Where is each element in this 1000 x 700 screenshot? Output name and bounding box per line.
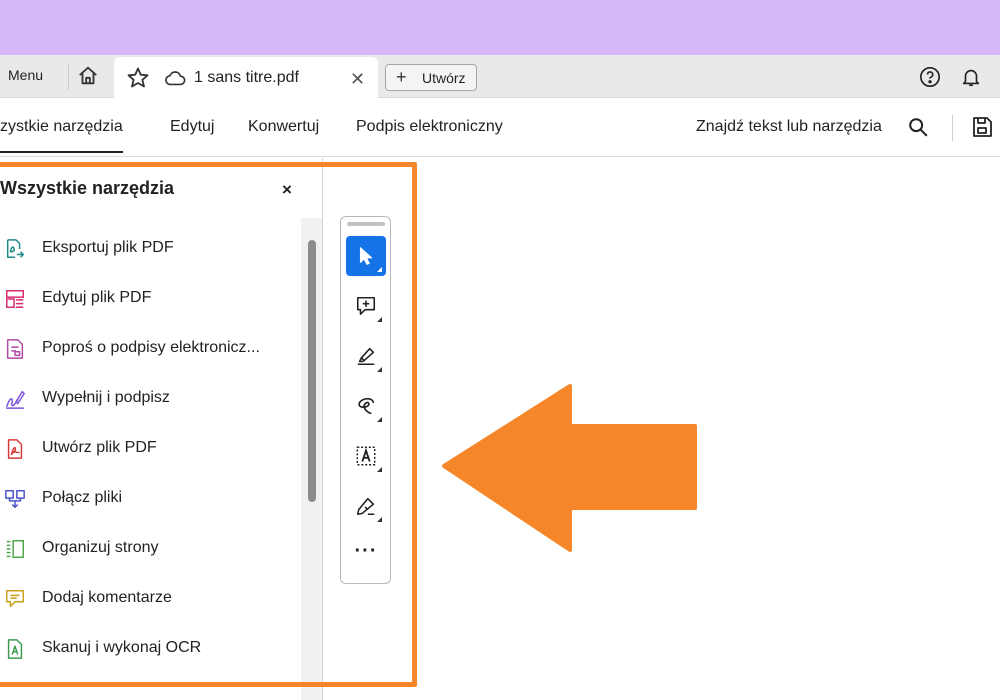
text-box-icon bbox=[356, 446, 376, 466]
submenu-indicator bbox=[377, 417, 382, 422]
menu-bar: szystkie narzędzia Edytuj Konwertuj Podp… bbox=[0, 98, 1000, 157]
plus-icon: + bbox=[396, 67, 407, 87]
tool-label: Eksportuj plik PDF bbox=[42, 239, 174, 256]
rail-grip[interactable] bbox=[347, 222, 385, 226]
close-panel-icon[interactable]: × bbox=[282, 180, 292, 200]
menu-divider bbox=[952, 115, 953, 141]
tool-label: Utwórz plik PDF bbox=[42, 439, 157, 456]
add-comment-icon bbox=[356, 296, 376, 316]
tool-organize-pages[interactable]: Organizuj strony bbox=[0, 530, 300, 570]
request-signatures-icon bbox=[6, 339, 24, 359]
text-box-tool-button[interactable] bbox=[346, 436, 386, 476]
draw-freeform-icon bbox=[358, 397, 375, 415]
scan-ocr-icon bbox=[7, 639, 23, 659]
highlight-pen-icon bbox=[357, 347, 375, 366]
save-icon[interactable] bbox=[970, 115, 994, 139]
document-tab[interactable]: 1 sans titre.pdf ✕ bbox=[114, 57, 378, 98]
tool-label: Organizuj strony bbox=[42, 539, 159, 556]
create-pdf-icon bbox=[7, 439, 23, 459]
edit-pdf-icon bbox=[6, 290, 24, 308]
home-icon[interactable] bbox=[77, 65, 99, 87]
tool-add-comments[interactable]: Dodaj komentarze bbox=[0, 580, 300, 620]
draw-tool-button[interactable] bbox=[346, 386, 386, 426]
tool-fill-sign[interactable]: Wypełnij i podpisz bbox=[0, 380, 300, 420]
tool-combine-files[interactable]: Połącz pliki bbox=[0, 480, 300, 520]
panel-title: Wszystkie narzędzia bbox=[0, 178, 175, 198]
help-icon[interactable] bbox=[919, 66, 941, 88]
tool-export-pdf[interactable]: Eksportuj plik PDF bbox=[0, 230, 300, 270]
select-tool-button[interactable] bbox=[346, 236, 386, 276]
submenu-indicator bbox=[377, 367, 382, 372]
menu-e-signature[interactable]: Podpis elektroniczny bbox=[356, 118, 503, 136]
menu-edit[interactable]: Edytuj bbox=[170, 118, 214, 136]
select-cursor-icon bbox=[359, 247, 373, 265]
add-comments-icon bbox=[6, 590, 24, 608]
tool-label: Połącz pliki bbox=[42, 489, 123, 506]
orange-arrow-left bbox=[442, 384, 697, 552]
menu-all-tools[interactable]: szystkie narzędzia bbox=[0, 118, 123, 153]
submenu-indicator bbox=[377, 467, 382, 472]
cloud-icon bbox=[165, 71, 186, 86]
fill-sign-icon bbox=[6, 390, 25, 409]
tab-bar: Menu 1 sans titre.pdf ✕ + Utwórz bbox=[0, 55, 1000, 98]
tool-request-signatures[interactable]: Poproś o podpisy elektronicz... bbox=[0, 330, 300, 370]
export-pdf-icon bbox=[6, 239, 24, 258]
close-tab-icon[interactable]: ✕ bbox=[350, 69, 365, 90]
tool-label: Poproś o podpisy elektronicz... bbox=[42, 339, 260, 356]
combine-files-icon bbox=[5, 490, 25, 508]
submenu-indicator bbox=[377, 267, 382, 272]
tool-scan-ocr[interactable]: Skanuj i wykonaj OCR bbox=[0, 630, 300, 670]
tab-divider bbox=[68, 64, 69, 90]
all-tools-panel: Wszystkie narzędzia × Eksportuj plik PDF… bbox=[0, 158, 323, 700]
menu-button[interactable]: Menu bbox=[8, 67, 43, 83]
fill-sign-pen-icon bbox=[356, 497, 375, 516]
create-button[interactable]: + Utwórz bbox=[385, 64, 477, 91]
document-title: 1 sans titre.pdf bbox=[194, 69, 299, 86]
more-tools-button[interactable]: ··· bbox=[346, 540, 386, 570]
top-band bbox=[0, 0, 1000, 55]
menu-convert[interactable]: Konwertuj bbox=[248, 118, 319, 136]
scrollbar-thumb[interactable] bbox=[308, 240, 316, 502]
create-button-label: Utwórz bbox=[422, 70, 466, 86]
quick-tools-rail: ··· bbox=[340, 216, 391, 584]
tool-create-pdf[interactable]: Utwórz plik PDF bbox=[0, 430, 300, 470]
find-tools-label[interactable]: Znajdź tekst lub narzędzia bbox=[696, 118, 882, 136]
add-comment-tool-button[interactable] bbox=[346, 286, 386, 326]
sign-tool-button[interactable] bbox=[346, 486, 386, 526]
search-icon[interactable] bbox=[907, 116, 929, 138]
tool-label: Skanuj i wykonaj OCR bbox=[42, 639, 202, 656]
tool-edit-pdf[interactable]: Edytuj plik PDF bbox=[0, 280, 300, 320]
submenu-indicator bbox=[377, 317, 382, 322]
tool-label: Dodaj komentarze bbox=[42, 589, 172, 606]
star-icon[interactable] bbox=[126, 66, 150, 90]
highlight-tool-button[interactable] bbox=[346, 336, 386, 376]
tool-label: Wypełnij i podpisz bbox=[42, 389, 170, 406]
submenu-indicator bbox=[377, 517, 382, 522]
tool-label: Edytuj plik PDF bbox=[42, 289, 152, 306]
organize-pages-icon bbox=[6, 540, 24, 558]
bell-icon[interactable] bbox=[960, 66, 982, 88]
